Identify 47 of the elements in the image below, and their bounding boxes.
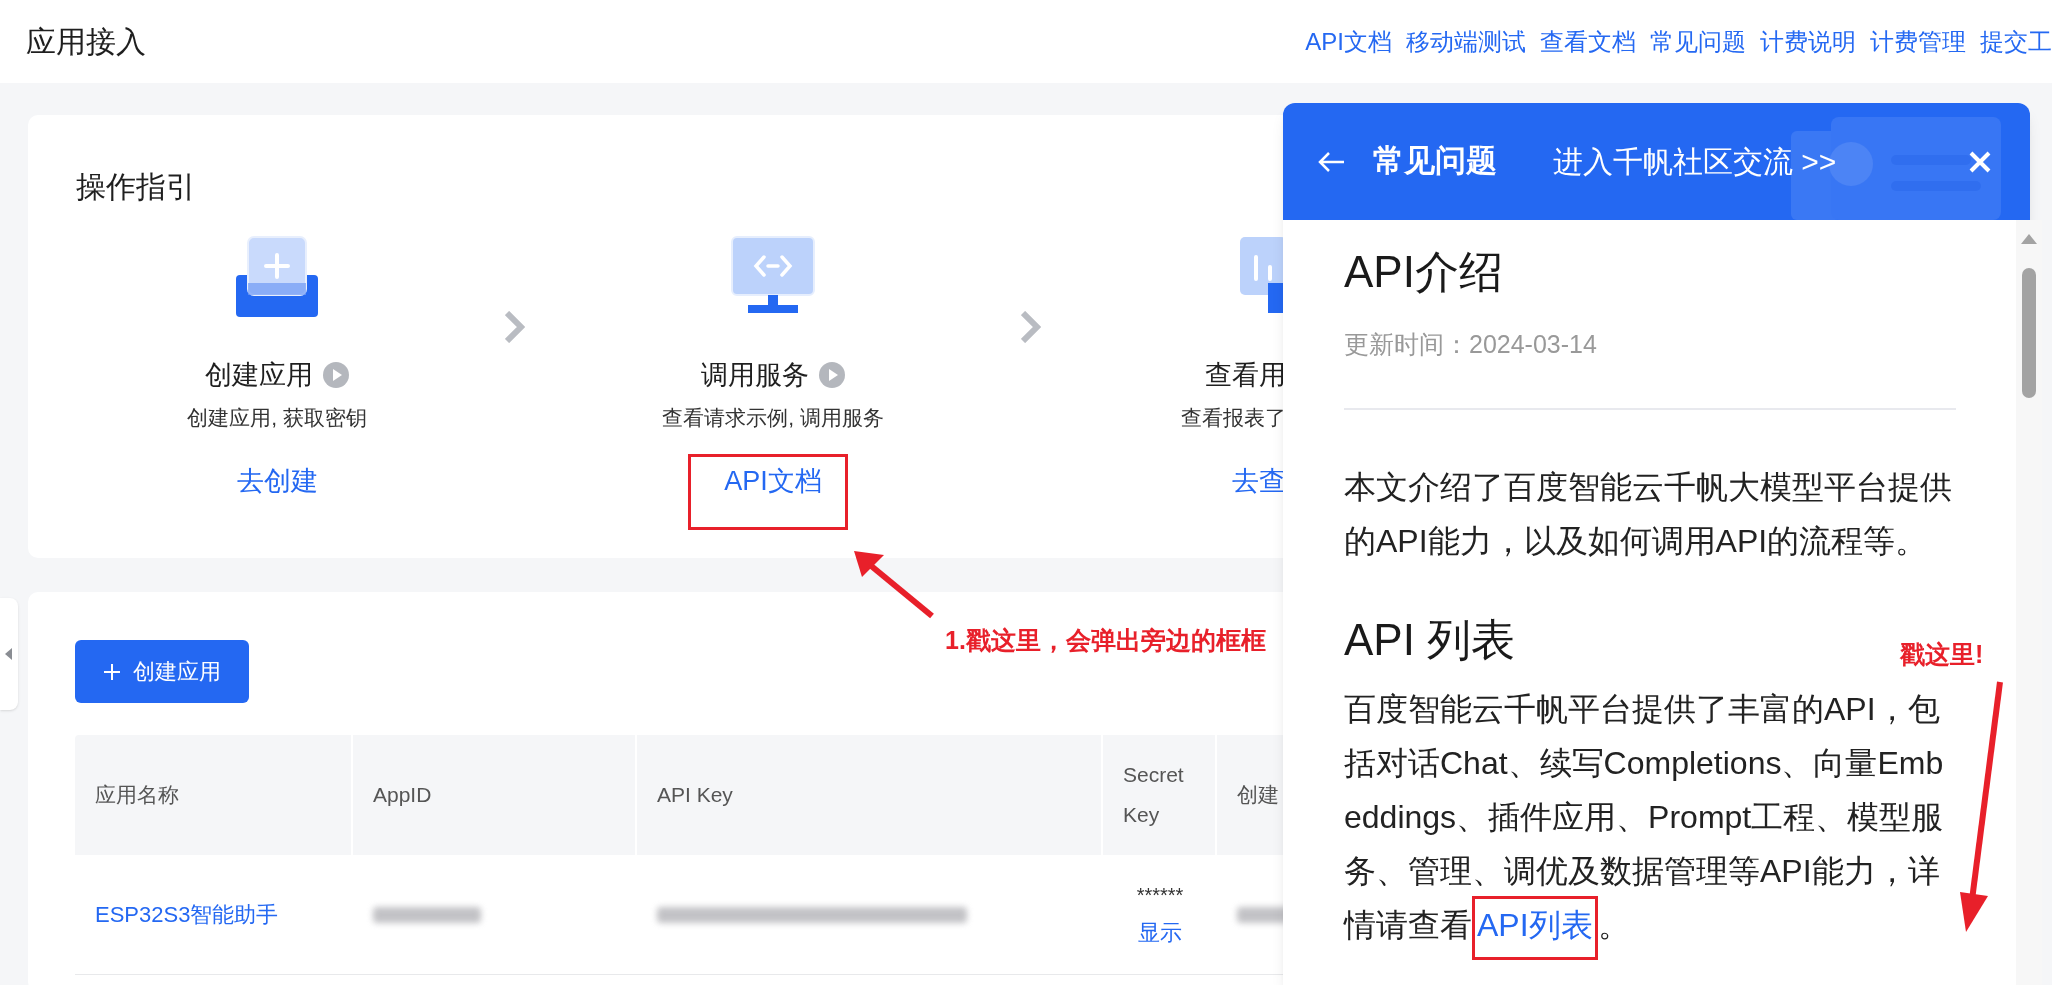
column-header: AppID: [353, 735, 637, 855]
column-header: API Key: [637, 735, 1103, 855]
chevron-right-icon: [505, 311, 525, 343]
section-title: 操作指引: [75, 169, 197, 205]
scroll-up-icon[interactable]: [2021, 234, 2037, 244]
page-title: 应用接入: [26, 24, 146, 60]
section-heading: API 列表: [1344, 614, 1516, 666]
plus-icon: [103, 662, 121, 681]
chevron-right-icon: [1021, 311, 1041, 343]
header-link[interactable]: 常见问题: [1650, 23, 1746, 60]
step-description: 查看请求示例, 调用服务: [662, 405, 884, 431]
column-header: 应用名称: [75, 735, 353, 855]
annotation-text: 戳这里!: [1900, 639, 1984, 670]
step-link[interactable]: 去查: [1232, 463, 1286, 499]
header-link[interactable]: API文档: [1305, 23, 1392, 60]
panel-title: 常见问题: [1373, 142, 1497, 181]
step-title: 创建应用: [205, 358, 313, 392]
step-link[interactable]: API文档: [724, 463, 822, 499]
header-link[interactable]: 计费说明: [1760, 23, 1856, 60]
community-link[interactable]: 进入千帆社区交流 >>: [1553, 139, 1837, 184]
scrollbar-thumb[interactable]: [2022, 268, 2036, 398]
column-header: Secret Key: [1103, 735, 1217, 855]
intro-paragraph: 本文介绍了百度智能云千帆大模型平台提供的API能力，以及如何调用API的流程等。: [1344, 468, 1953, 561]
header-link[interactable]: 计费管理: [1870, 23, 1966, 60]
show-link[interactable]: 显示: [1138, 916, 1182, 949]
step-description: 查看报表了: [1181, 405, 1286, 431]
tray-plus-icon: [234, 233, 320, 319]
step-title: 查看用: [1205, 358, 1286, 392]
header-link[interactable]: 提交工: [1980, 23, 2052, 60]
play-icon[interactable]: [323, 362, 349, 388]
header-link[interactable]: 移动端测试: [1406, 23, 1526, 60]
api-list-link[interactable]: API列表: [1472, 896, 1598, 960]
header-link[interactable]: 查看文档: [1540, 23, 1636, 60]
collapse-handle[interactable]: [0, 598, 18, 710]
caret-left-icon: [5, 648, 13, 660]
annotation-text: 1.戳这里，会弹出旁边的框框: [945, 625, 1266, 656]
secret-key-mask: ******: [1136, 883, 1184, 908]
app-name-link[interactable]: ESP32S3智能助手: [95, 898, 279, 931]
close-icon[interactable]: [1968, 149, 1992, 174]
step-description: 创建应用, 获取密钥: [187, 405, 367, 431]
back-arrow-icon[interactable]: [1317, 150, 1345, 173]
step-title: 调用服务: [701, 358, 809, 392]
play-icon[interactable]: [819, 362, 845, 388]
create-app-button[interactable]: 创建应用: [75, 640, 249, 703]
doc-title: API介绍: [1344, 246, 1504, 298]
step-link[interactable]: 去创建: [236, 463, 318, 499]
update-time: 更新时间：2024-03-14: [1344, 329, 1598, 360]
